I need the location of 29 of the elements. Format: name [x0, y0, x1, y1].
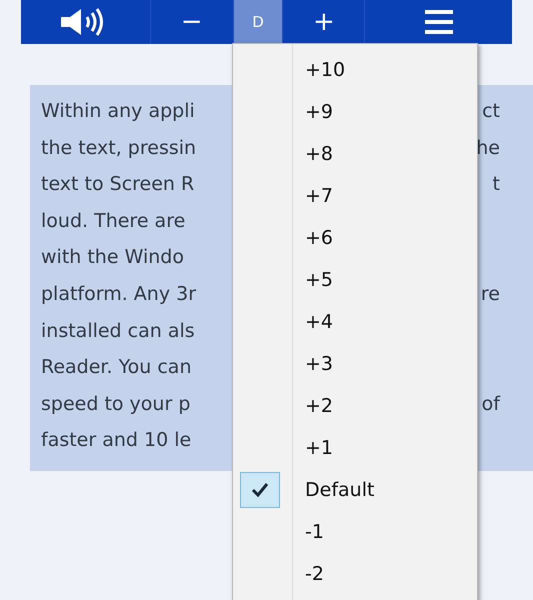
paragraph-text: of: [482, 392, 500, 417]
paragraph-text: loud. There are: [41, 208, 186, 234]
menu-item[interactable]: -2: [233, 553, 477, 595]
paragraph-text: ct: [482, 99, 500, 124]
paragraph-text: the text, pressin: [41, 136, 196, 161]
menu-item[interactable]: +2: [233, 385, 477, 427]
paragraph-text: installed can als: [41, 318, 195, 344]
menu-item[interactable]: +9: [233, 91, 477, 133]
menu-item[interactable]: Default: [233, 469, 477, 511]
menu-item[interactable]: -1: [233, 511, 477, 553]
menu-item[interactable]: +8: [233, 133, 477, 175]
paragraph-text: text to Screen R: [41, 172, 194, 198]
menu-item[interactable]: +7: [233, 175, 477, 217]
menu-item[interactable]: +10: [233, 49, 477, 91]
paragraph-text: Within any appli: [41, 99, 195, 124]
menu-item[interactable]: +1: [233, 427, 477, 469]
paragraph-text: t: [492, 172, 500, 198]
paragraph-text: faster and 10 le: [41, 428, 192, 454]
menu-item[interactable]: +5: [233, 259, 477, 301]
paragraph-text: re: [480, 282, 500, 307]
paragraph-text: he: [476, 136, 500, 161]
menu-item[interactable]: +3: [233, 343, 477, 385]
paragraph-text: Reader. You can: [41, 355, 192, 380]
menu-item[interactable]: +4: [233, 301, 477, 343]
menu-icon: [424, 10, 453, 34]
paragraph-text: platform. Any 3r: [41, 282, 196, 307]
paragraph-text: speed to your p: [41, 392, 190, 417]
menu-item[interactable]: +6: [233, 217, 477, 259]
paragraph-text: with the Windo: [41, 245, 184, 270]
